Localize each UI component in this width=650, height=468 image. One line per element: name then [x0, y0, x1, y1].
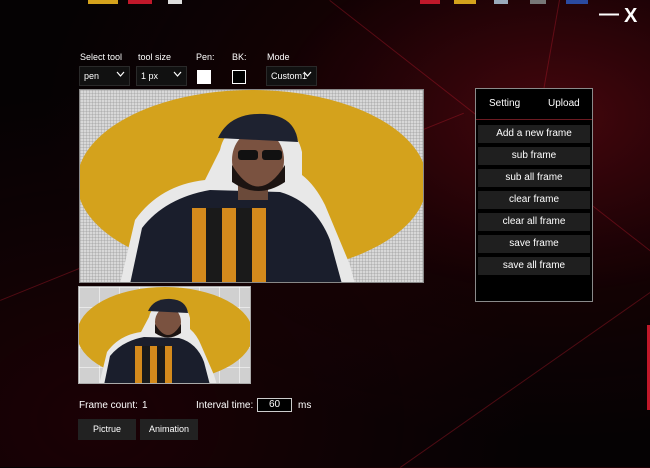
frame-count-value: 1 [142, 400, 148, 411]
tool-size-label: tool size [138, 52, 172, 62]
frame-count-label: Frame count: [79, 400, 138, 411]
interval-time-input[interactable]: 60 [257, 398, 292, 412]
chevron-down-icon [303, 69, 312, 80]
portrait-image [79, 287, 250, 383]
panel-tabs: Setting Upload [476, 89, 592, 120]
interval-unit: ms [298, 400, 312, 411]
save-all-frame-button[interactable]: save all frame [478, 257, 590, 275]
portrait-image [80, 90, 423, 282]
tab-upload[interactable]: Upload [548, 98, 580, 109]
picture-button[interactable]: Pictrue [78, 419, 136, 440]
pen-label: Pen: [196, 52, 215, 62]
minimize-button[interactable]: — [599, 4, 619, 24]
tab-setting[interactable]: Setting [489, 98, 520, 109]
animation-button[interactable]: Animation [140, 419, 198, 440]
chevron-down-icon [173, 69, 182, 80]
clear-frame-button[interactable]: clear frame [478, 191, 590, 209]
save-frame-button[interactable]: save frame [478, 235, 590, 253]
interval-time-label: Interval time: [196, 400, 254, 411]
chevron-down-icon [116, 69, 125, 80]
select-tool-label: Select tool [80, 52, 123, 62]
pen-color-swatch[interactable] [197, 70, 211, 84]
frame-preview-thumbnail[interactable] [78, 286, 251, 384]
close-button[interactable]: X [624, 6, 637, 26]
drawing-canvas[interactable] [79, 89, 424, 283]
tool-size-dropdown[interactable]: 1 px [136, 66, 187, 86]
tool-size-value: 1 px [141, 71, 159, 81]
select-tool-dropdown[interactable]: pen [79, 66, 130, 86]
sub-frame-button[interactable]: sub frame [478, 147, 590, 165]
bk-label: BK: [232, 52, 247, 62]
clear-all-frame-button[interactable]: clear all frame [478, 213, 590, 231]
add-new-frame-button[interactable]: Add a new frame [478, 125, 590, 143]
mode-dropdown[interactable]: Custom1 [266, 66, 317, 86]
frame-panel: Setting Upload Add a new frame sub frame… [475, 88, 593, 302]
background-line [400, 283, 650, 468]
select-tool-value: pen [84, 71, 100, 81]
sub-all-frame-button[interactable]: sub all frame [478, 169, 590, 187]
mode-label: Mode [267, 52, 290, 62]
mode-value: Custom1 [271, 71, 308, 81]
background-color-swatch[interactable] [232, 70, 246, 84]
